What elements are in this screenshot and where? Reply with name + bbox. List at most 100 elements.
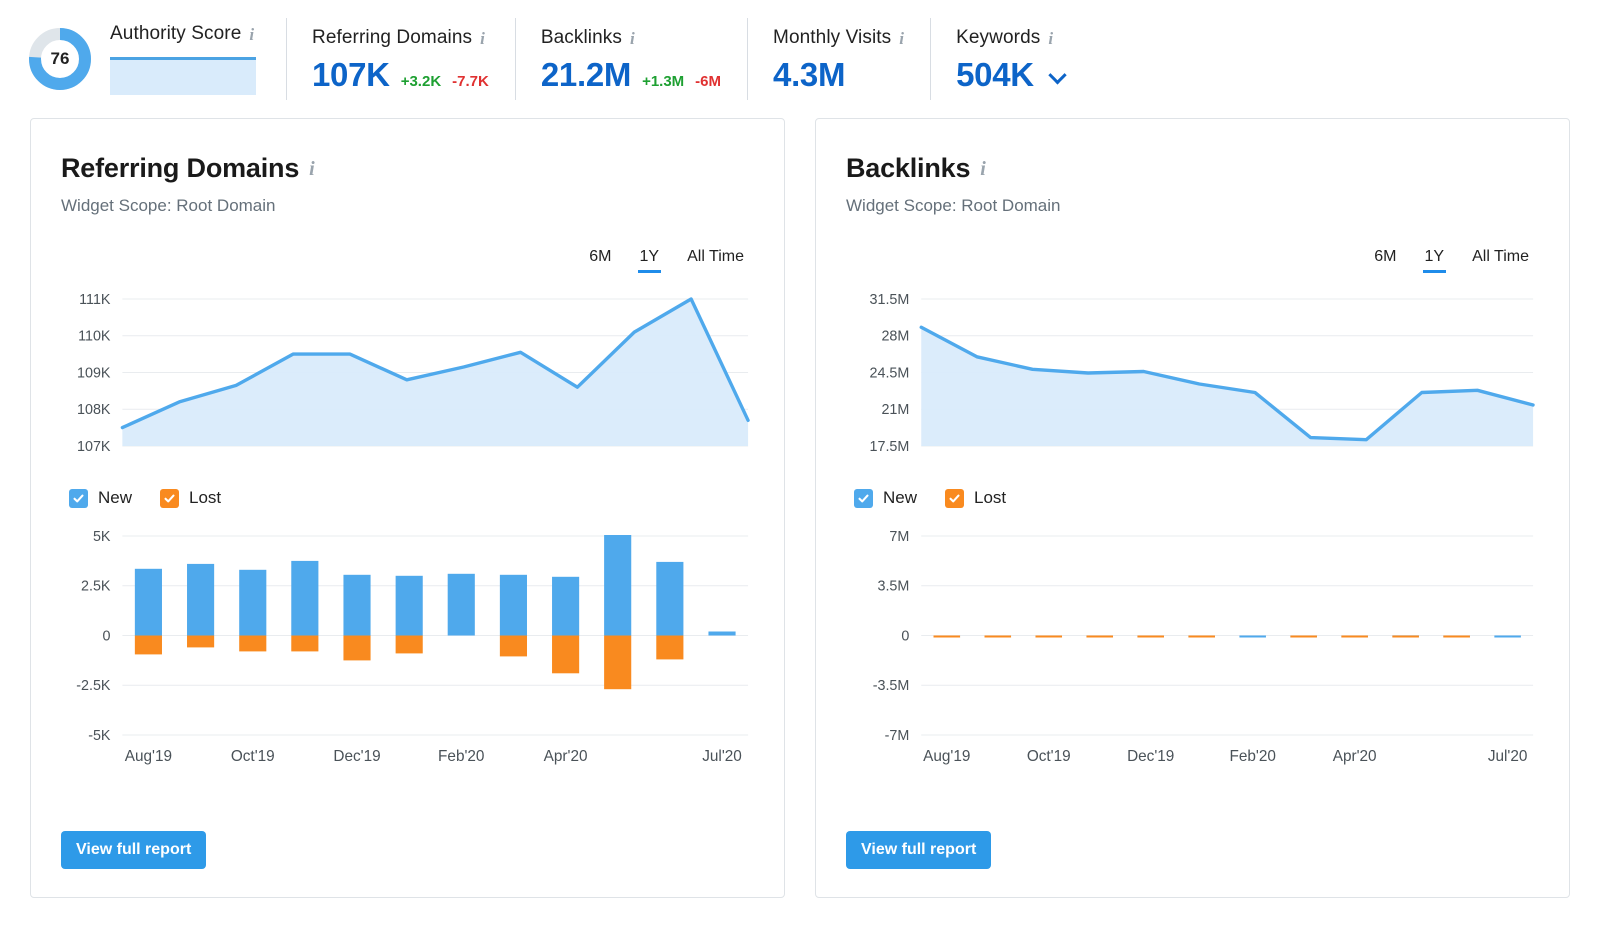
referring-domains-area-chart: 107K 108K 109K 110K 111K bbox=[61, 287, 754, 472]
info-icon[interactable]: i bbox=[630, 30, 635, 47]
view-full-report-button[interactable]: View full report bbox=[61, 831, 207, 869]
range-tab-6m[interactable]: 6M bbox=[589, 248, 611, 273]
metric-delta-up: +3.2K bbox=[400, 73, 442, 90]
metric-label-text: Backlinks bbox=[540, 27, 622, 48]
card-title-text: Backlinks bbox=[846, 153, 971, 183]
svg-text:107K: 107K bbox=[77, 439, 111, 455]
card-backlinks: Backlinks i Widget Scope: Root Domain 6M… bbox=[815, 118, 1570, 898]
svg-text:108K: 108K bbox=[77, 402, 111, 418]
range-tab-all-time[interactable]: All Time bbox=[687, 248, 744, 273]
svg-text:5K: 5K bbox=[93, 529, 111, 545]
info-icon[interactable]: i bbox=[980, 159, 986, 179]
legend-label: New bbox=[883, 488, 918, 507]
svg-text:-5K: -5K bbox=[88, 728, 111, 744]
legend-label: New bbox=[98, 488, 133, 507]
backlinks-bar-chart: -7M -3.5M 0 3.5M 7M Aug'19 Oct'19 Dec'19 Feb'20 A… bbox=[846, 522, 1539, 777]
metrics-header: 76 Authority Score i Referring Domains i… bbox=[0, 0, 1600, 118]
metric-keywords: Keywords i 504K bbox=[930, 16, 1090, 102]
svg-text:Dec'19: Dec'19 bbox=[333, 748, 380, 765]
authority-score-sparkline bbox=[110, 57, 256, 95]
metric-value[interactable]: 107K bbox=[312, 58, 390, 91]
range-tab-1y[interactable]: 1Y bbox=[637, 248, 661, 273]
authority-score-text: Authority Score bbox=[110, 23, 242, 44]
svg-text:7M: 7M bbox=[889, 529, 909, 545]
card-title-text: Referring Domains bbox=[61, 153, 300, 183]
info-icon[interactable]: i bbox=[1048, 30, 1053, 47]
referring-domains-bar-chart: -5K -2.5K 0 2.5K 5K Aug'19 Oct'19 Dec'19 Feb'20 A… bbox=[61, 522, 754, 777]
legend-item-new[interactable]: New bbox=[854, 488, 917, 508]
metric-delta-up: +1.3M bbox=[642, 73, 685, 90]
info-icon[interactable]: i bbox=[899, 30, 904, 47]
range-tab-1y[interactable]: 1Y bbox=[1422, 248, 1446, 273]
svg-text:110K: 110K bbox=[78, 329, 111, 345]
chart-legend: New Lost bbox=[846, 488, 1539, 508]
metric-label: Monthly Visits i bbox=[773, 27, 904, 49]
metric-label: Keywords i bbox=[956, 27, 1064, 49]
metric-referring-domains: Referring Domains i 107K +3.2K -7.7K bbox=[286, 16, 515, 102]
svg-text:109K: 109K bbox=[77, 365, 111, 381]
range-tabs: 6M 1Y All Time bbox=[61, 248, 754, 273]
range-tab-6m[interactable]: 6M bbox=[1374, 248, 1396, 273]
metric-value-row: 4.3M bbox=[773, 58, 904, 91]
range-tab-all-time[interactable]: All Time bbox=[1472, 248, 1529, 273]
card-title: Backlinks i bbox=[846, 153, 1539, 184]
svg-text:Feb'20: Feb'20 bbox=[1229, 748, 1275, 765]
checkbox-checked-icon[interactable] bbox=[69, 488, 88, 508]
authority-score-donut: 76 bbox=[28, 27, 92, 91]
metric-backlinks: Backlinks i 21.2M +1.3M -6M bbox=[514, 16, 747, 102]
metric-monthly-visits: Monthly Visits i 4.3M bbox=[747, 16, 930, 102]
svg-text:Aug'19: Aug'19 bbox=[923, 748, 970, 765]
svg-text:3.5M: 3.5M bbox=[877, 579, 909, 595]
checkbox-checked-icon[interactable] bbox=[945, 488, 965, 508]
metric-delta-down: -7.7K bbox=[452, 73, 489, 90]
metric-label-text: Referring Domains bbox=[312, 27, 473, 48]
info-icon[interactable]: i bbox=[309, 159, 315, 179]
metric-value[interactable]: 4.3M bbox=[773, 58, 845, 91]
widgets-row: Referring Domains i Widget Scope: Root D… bbox=[0, 118, 1600, 898]
metric-value[interactable]: 21.2M bbox=[541, 58, 632, 91]
authority-score-label: Authority Score i bbox=[110, 23, 256, 45]
metric-value-row: 107K +3.2K -7.7K bbox=[312, 58, 489, 91]
legend-label: Lost bbox=[189, 488, 222, 507]
svg-text:Oct'19: Oct'19 bbox=[1027, 748, 1071, 765]
legend-item-lost[interactable]: Lost bbox=[945, 488, 1006, 508]
chevron-down-icon[interactable] bbox=[1048, 66, 1067, 85]
svg-text:Oct'19: Oct'19 bbox=[231, 748, 275, 765]
metric-value[interactable]: 504K bbox=[956, 58, 1034, 91]
authority-score-block: 76 Authority Score i bbox=[14, 23, 286, 95]
svg-text:28M: 28M bbox=[881, 329, 909, 345]
metric-label: Referring Domains i bbox=[312, 27, 489, 49]
metric-label: Backlinks i bbox=[541, 27, 721, 49]
svg-text:-2.5K: -2.5K bbox=[76, 678, 111, 694]
checkbox-checked-icon[interactable] bbox=[160, 488, 180, 508]
svg-text:Jul'20: Jul'20 bbox=[702, 748, 742, 765]
checkbox-checked-icon[interactable] bbox=[854, 488, 873, 508]
metric-value-row: 504K bbox=[956, 58, 1067, 91]
metric-label-text: Monthly Visits bbox=[773, 27, 892, 48]
info-icon[interactable]: i bbox=[249, 26, 254, 43]
range-tabs: 6M 1Y All Time bbox=[846, 248, 1539, 273]
metric-delta-down: -6M bbox=[695, 73, 722, 90]
svg-text:0: 0 bbox=[103, 628, 111, 644]
legend-item-lost[interactable]: Lost bbox=[160, 488, 221, 508]
svg-text:Apr'20: Apr'20 bbox=[544, 748, 588, 765]
svg-text:Apr'20: Apr'20 bbox=[1333, 748, 1377, 765]
card-scope: Widget Scope: Root Domain bbox=[846, 196, 1061, 215]
view-full-report-button[interactable]: View full report bbox=[846, 831, 992, 869]
svg-text:111K: 111K bbox=[79, 292, 111, 308]
svg-text:Jul'20: Jul'20 bbox=[1488, 748, 1528, 765]
legend-item-new[interactable]: New bbox=[69, 488, 132, 508]
authority-score-value: 76 bbox=[50, 49, 70, 68]
card-referring-domains: Referring Domains i Widget Scope: Root D… bbox=[30, 118, 785, 898]
legend-label: Lost bbox=[974, 488, 1007, 507]
svg-text:0: 0 bbox=[901, 628, 909, 644]
svg-text:Feb'20: Feb'20 bbox=[438, 748, 484, 765]
svg-text:Aug'19: Aug'19 bbox=[125, 748, 172, 765]
metric-value-row: 21.2M +1.3M -6M bbox=[541, 58, 721, 91]
card-scope: Widget Scope: Root Domain bbox=[61, 196, 276, 215]
svg-text:2.5K: 2.5K bbox=[81, 579, 111, 595]
info-icon[interactable]: i bbox=[480, 30, 485, 47]
backlinks-area-chart: 17.5M 21M 24.5M 28M 31.5M bbox=[846, 287, 1539, 472]
svg-text:31.5M: 31.5M bbox=[870, 292, 910, 308]
svg-text:17.5M: 17.5M bbox=[870, 439, 910, 455]
